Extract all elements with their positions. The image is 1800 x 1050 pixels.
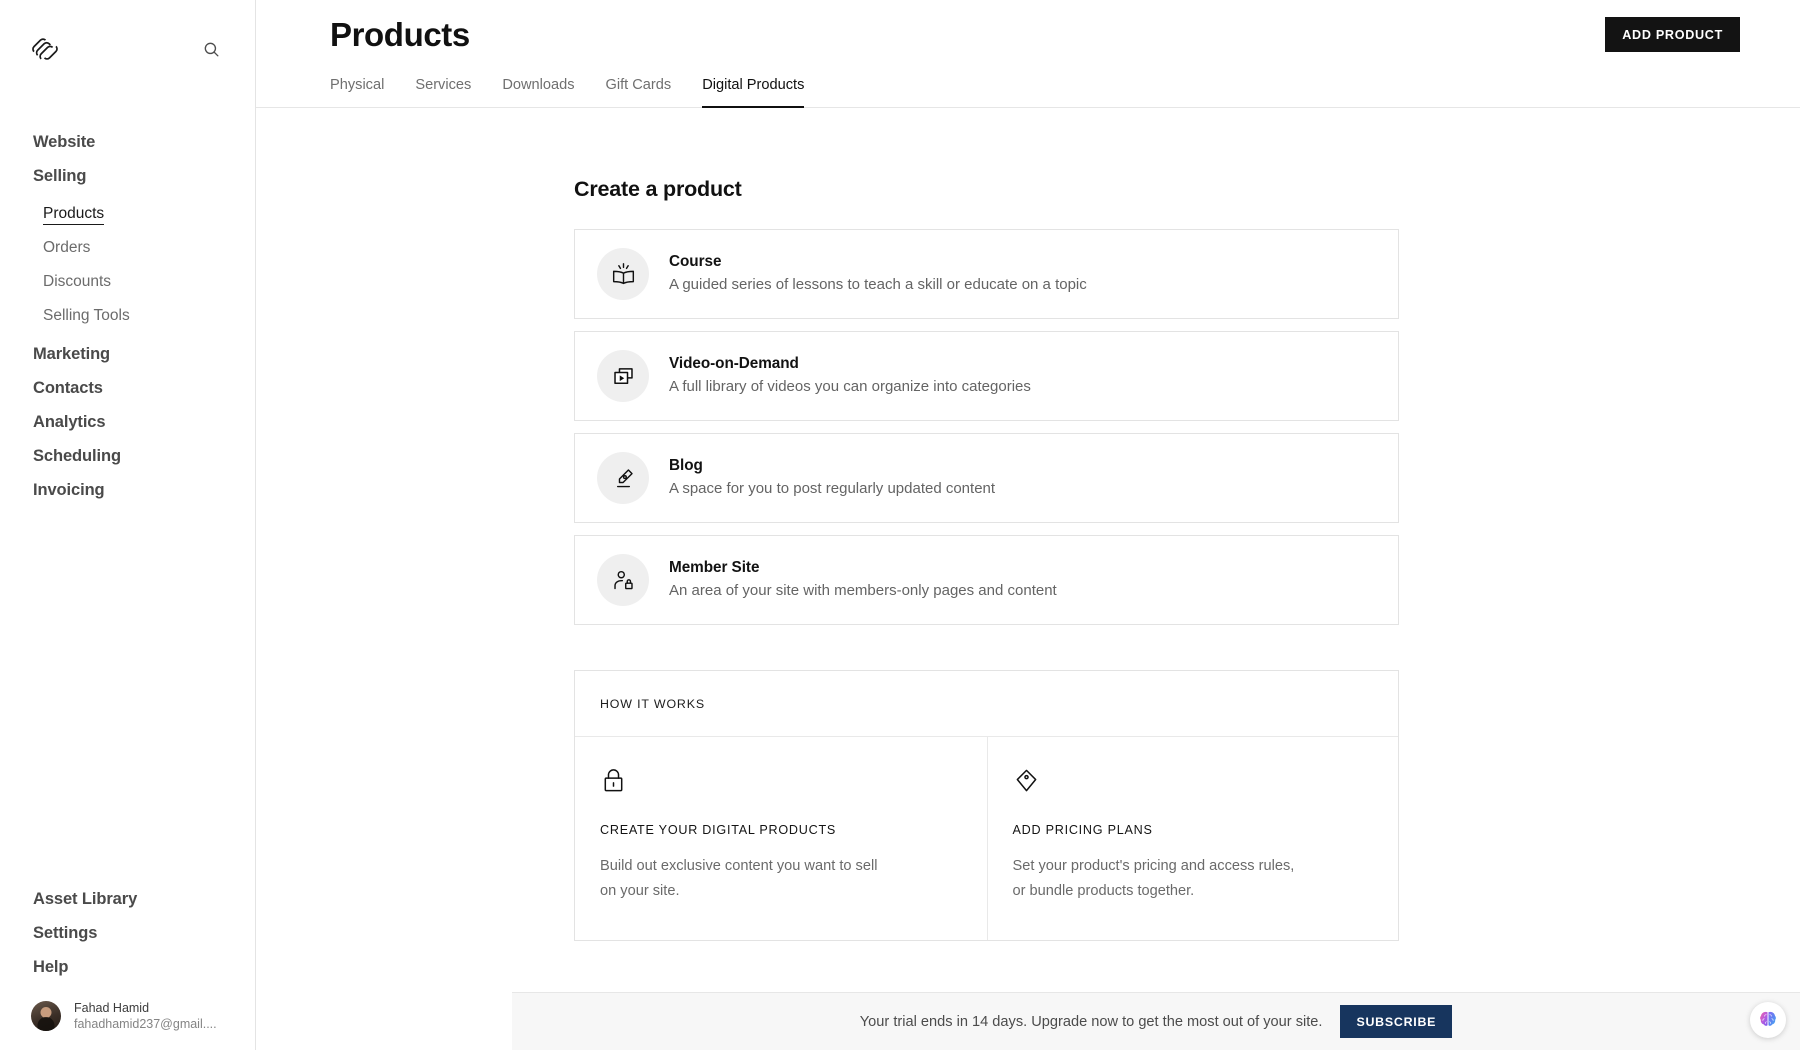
sidebar-item-orders[interactable]: Orders — [0, 231, 255, 265]
sidebar-item-selling-tools[interactable]: Selling Tools — [0, 299, 255, 333]
create-product-heading: Create a product — [574, 177, 1800, 202]
user-name: Fahad Hamid — [74, 1000, 217, 1016]
brain-icon[interactable] — [1750, 1002, 1786, 1038]
sidebar-item-label: Help — [33, 958, 68, 976]
sidebar-item-help[interactable]: Help — [0, 950, 255, 984]
video-stack-icon — [597, 350, 649, 402]
product-card-title: Blog — [669, 455, 995, 477]
how-it-works-body: Build out exclusive content you want to … — [600, 854, 890, 904]
product-type-list: Course A guided series of lessons to tea… — [574, 229, 1800, 625]
page-title: Products — [330, 0, 1800, 56]
sidebar-item-label: Products — [43, 205, 104, 225]
sidebar-item-asset-library[interactable]: Asset Library — [0, 882, 255, 916]
tab-digital-products[interactable]: Digital Products — [702, 77, 804, 107]
sidebar-item-scheduling[interactable]: Scheduling — [0, 439, 255, 473]
product-card-title: Member Site — [669, 557, 1057, 579]
sidebar-item-label: Settings — [33, 924, 97, 942]
tab-downloads[interactable]: Downloads — [502, 77, 574, 107]
sidebar-item-label: Selling Tools — [43, 307, 130, 324]
app-root: Website Selling Products Orders Discount… — [0, 0, 1800, 1050]
how-it-works-panel: HOW IT WORKS CREATE YOUR DIGITAL PRODUCT… — [574, 670, 1399, 941]
add-product-button[interactable]: ADD PRODUCT — [1605, 17, 1740, 52]
sidebar-item-label: Invoicing — [33, 481, 105, 499]
person-lock-icon — [597, 554, 649, 606]
sidebar-item-label: Selling — [33, 167, 86, 185]
content-area: Create a product Course — [256, 177, 1800, 941]
price-tag-icon — [1013, 767, 1373, 801]
sidebar-item-products[interactable]: Products — [0, 197, 255, 231]
sidebar-item-label: Discounts — [43, 273, 111, 290]
trial-banner: Your trial ends in 14 days. Upgrade now … — [512, 992, 1800, 1050]
user-account-row[interactable]: Fahad Hamid fahadhamid237@gmail.... — [0, 984, 255, 1032]
search-icon[interactable] — [197, 35, 225, 63]
product-card-course[interactable]: Course A guided series of lessons to tea… — [574, 229, 1399, 319]
how-it-works-title: ADD PRICING PLANS — [1013, 823, 1373, 837]
sidebar-item-label: Asset Library — [33, 890, 137, 908]
sidebar-nav: Website Selling Products Orders Discount… — [0, 125, 255, 507]
how-it-works-body: Set your product's pricing and access ru… — [1013, 854, 1303, 904]
sidebar-item-label: Marketing — [33, 345, 110, 363]
sidebar-item-label: Contacts — [33, 379, 103, 397]
subscribe-button[interactable]: SUBSCRIBE — [1340, 1005, 1452, 1038]
user-email: fahadhamid237@gmail.... — [74, 1016, 217, 1032]
sidebar-header — [0, 0, 255, 70]
tab-physical[interactable]: Physical — [330, 77, 384, 107]
how-it-works-column-pricing: ADD PRICING PLANS Set your product's pri… — [987, 737, 1399, 940]
tab-services[interactable]: Services — [415, 77, 471, 107]
how-it-works-title: CREATE YOUR DIGITAL PRODUCTS — [600, 823, 961, 837]
sidebar-item-contacts[interactable]: Contacts — [0, 371, 255, 405]
lock-icon — [600, 767, 961, 801]
product-card-title: Video-on-Demand — [669, 353, 1031, 375]
avatar — [31, 1001, 61, 1031]
page-header: Products ADD PRODUCT — [256, 0, 1800, 56]
tab-gift-cards[interactable]: Gift Cards — [606, 77, 672, 107]
sidebar-item-invoicing[interactable]: Invoicing — [0, 473, 255, 507]
sidebar-item-discounts[interactable]: Discounts — [0, 265, 255, 299]
sidebar-footer: Asset Library Settings Help Fahad Hamid … — [0, 882, 255, 1050]
product-type-tabs: Physical Services Downloads Gift Cards D… — [256, 77, 1800, 108]
product-card-blog[interactable]: Blog A space for you to post regularly u… — [574, 433, 1399, 523]
product-card-member-site[interactable]: Member Site An area of your site with me… — [574, 535, 1399, 625]
sidebar-item-website[interactable]: Website — [0, 125, 255, 159]
product-card-description: A full library of videos you can organiz… — [669, 375, 1031, 398]
how-it-works-column-create: CREATE YOUR DIGITAL PRODUCTS Build out e… — [575, 737, 987, 940]
sidebar: Website Selling Products Orders Discount… — [0, 0, 256, 1050]
sidebar-item-label: Orders — [43, 239, 90, 256]
sidebar-item-label: Analytics — [33, 413, 105, 431]
pen-nib-icon — [597, 452, 649, 504]
open-book-icon — [597, 248, 649, 300]
sidebar-item-settings[interactable]: Settings — [0, 916, 255, 950]
main-content: Products ADD PRODUCT Physical Services D… — [256, 0, 1800, 1050]
product-card-title: Course — [669, 251, 1087, 273]
sidebar-item-selling[interactable]: Selling — [0, 159, 255, 193]
how-it-works-heading: HOW IT WORKS — [575, 671, 1398, 737]
product-card-description: A guided series of lessons to teach a sk… — [669, 273, 1087, 296]
sidebar-item-analytics[interactable]: Analytics — [0, 405, 255, 439]
product-card-video-on-demand[interactable]: Video-on-Demand A full library of videos… — [574, 331, 1399, 421]
sidebar-item-label: Website — [33, 133, 95, 151]
product-card-description: A space for you to post regularly update… — [669, 477, 995, 500]
sidebar-item-label: Scheduling — [33, 447, 121, 465]
product-card-description: An area of your site with members-only p… — [669, 579, 1057, 602]
trial-message: Your trial ends in 14 days. Upgrade now … — [860, 1014, 1323, 1030]
squarespace-logo[interactable] — [30, 34, 60, 64]
sidebar-item-marketing[interactable]: Marketing — [0, 337, 255, 371]
